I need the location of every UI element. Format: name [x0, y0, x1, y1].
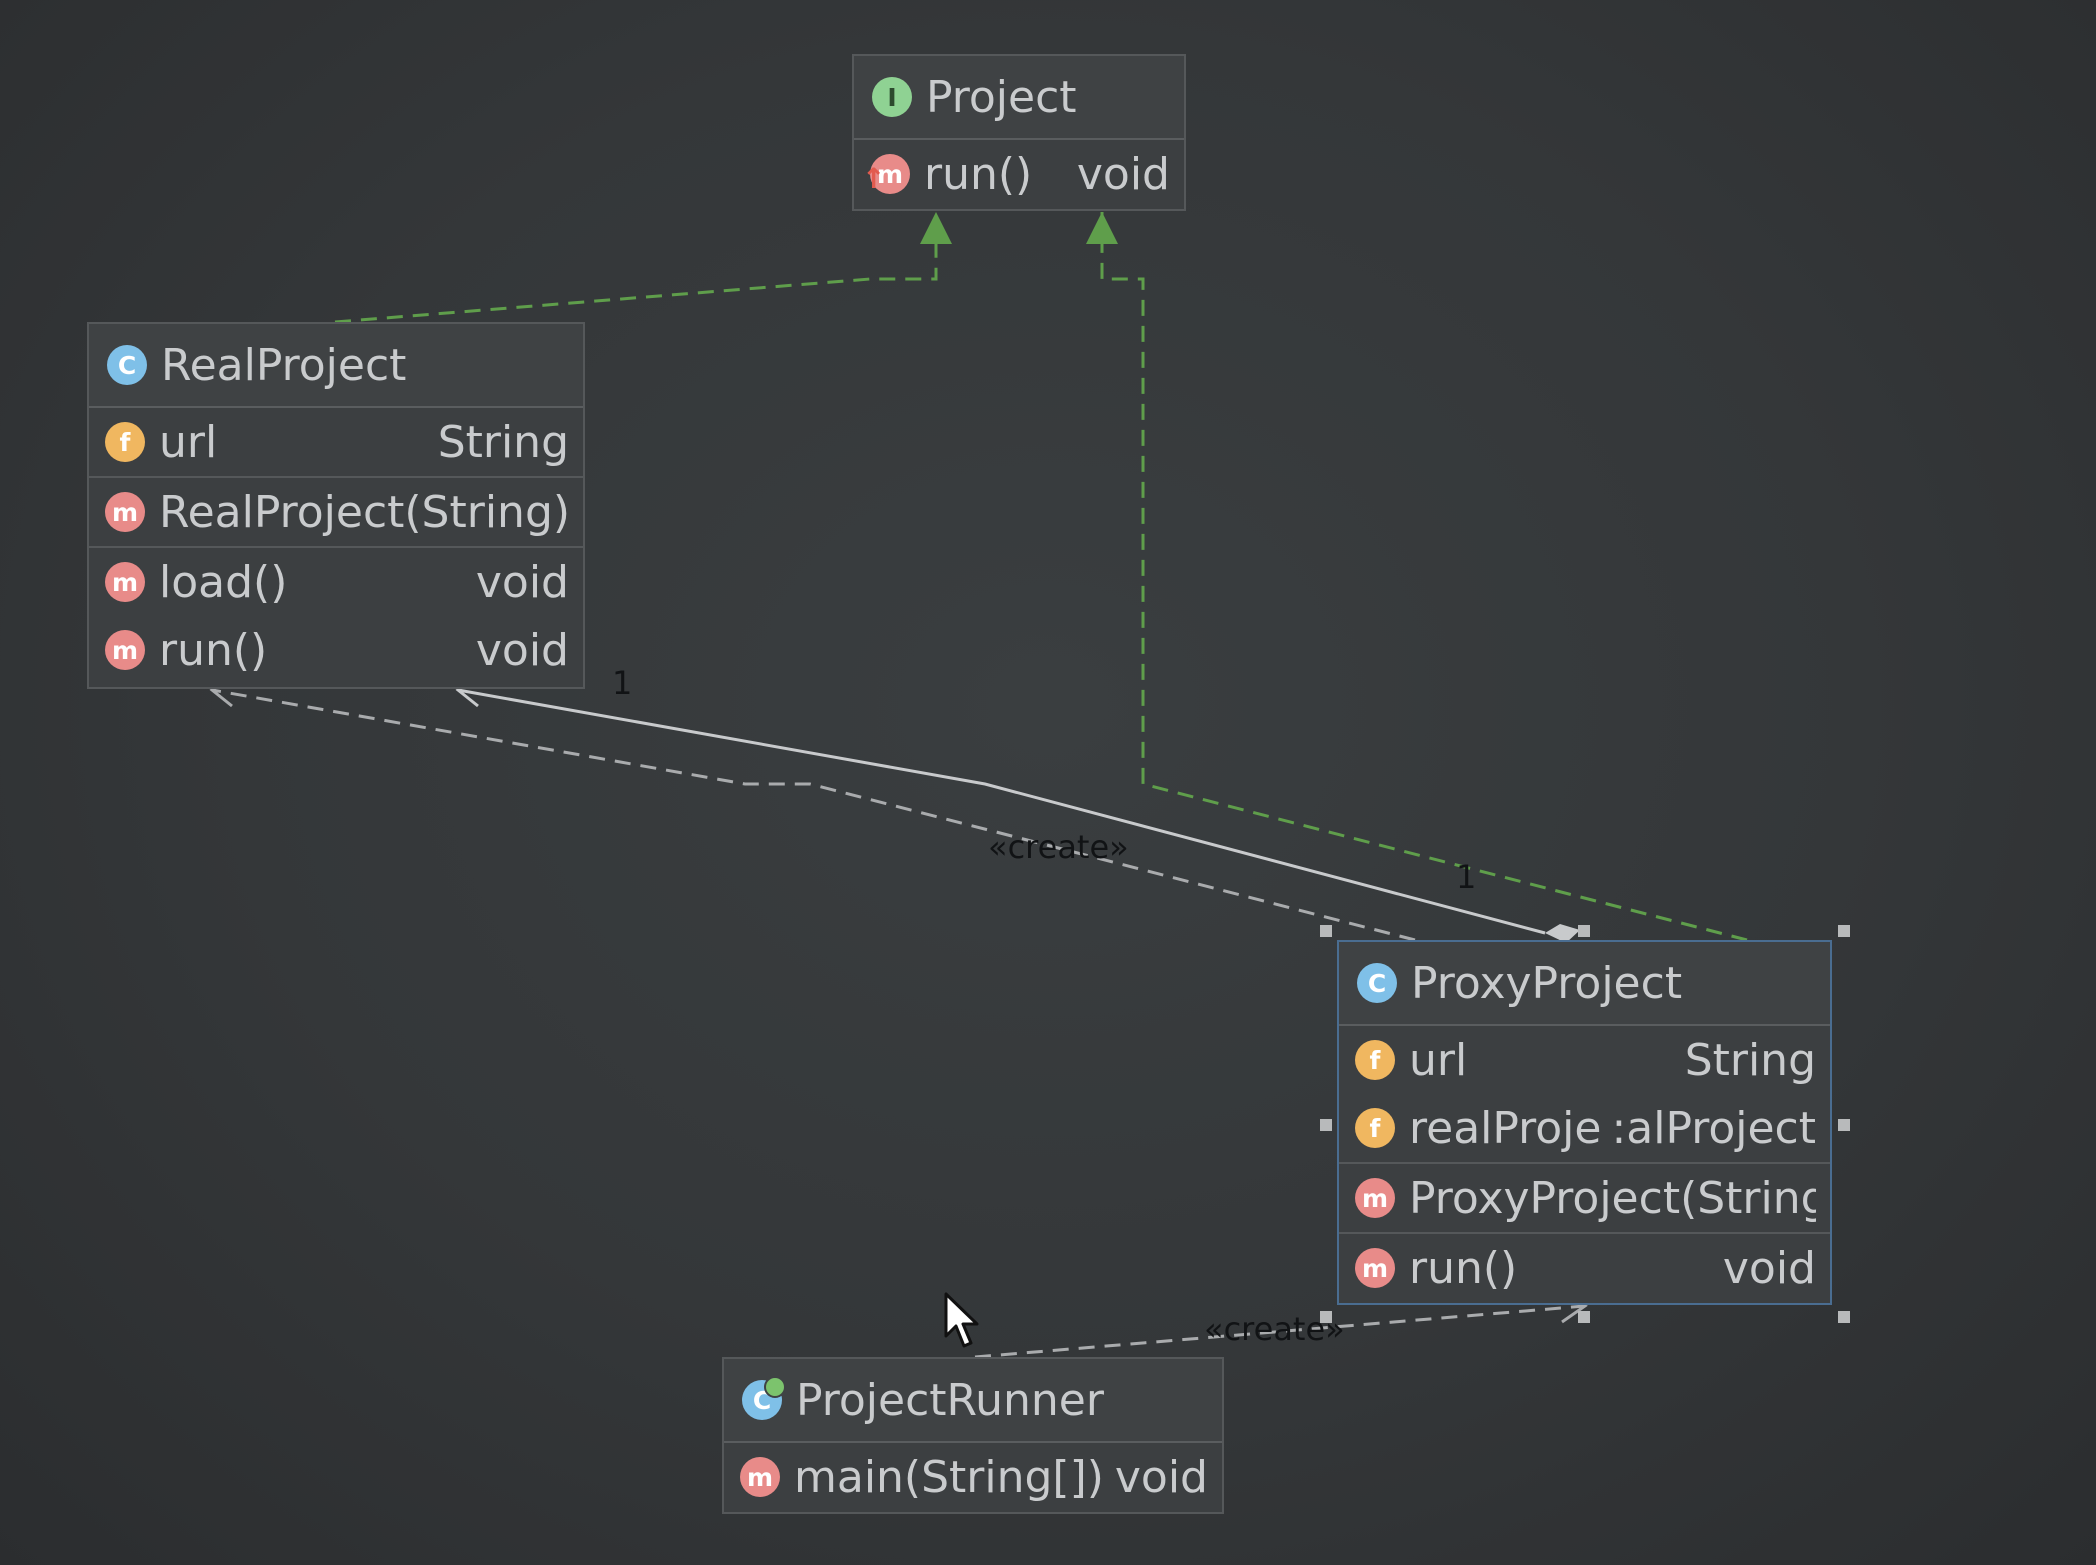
field-row[interactable]: f url String	[89, 408, 583, 476]
mouse-cursor-icon	[944, 1292, 979, 1348]
edge-proxyproject-realizes-project[interactable]	[1100, 212, 1748, 942]
run-badge-icon	[764, 1376, 786, 1398]
method-name: run()	[1409, 1242, 1518, 1294]
class-proxyproject[interactable]: C ProxyProject f url String f realProjec…	[1337, 940, 1832, 1305]
multiplicity-label-proxyproject: 1	[1456, 858, 1477, 896]
resize-handle-top-right[interactable]	[1838, 925, 1850, 937]
multiplicity-label-realproject: 1	[612, 664, 633, 702]
field-row[interactable]: f url String	[1339, 1026, 1830, 1094]
method-name: main(String[])	[794, 1451, 1104, 1503]
node-header[interactable]: C RealProject	[89, 324, 583, 408]
class-icon: C	[1357, 963, 1397, 1003]
realization-arrowhead-left	[920, 212, 952, 244]
create-label-proxyproject: «create»	[1204, 1310, 1345, 1348]
node-header[interactable]: C ProxyProject	[1339, 942, 1830, 1026]
method-row[interactable]: m main(String[]) void	[724, 1443, 1222, 1511]
edge-proxyproject-association-realproject[interactable]	[457, 688, 1546, 935]
method-return-type: void	[1114, 1451, 1208, 1503]
constructors-section: m ProxyProject(String)	[1339, 1164, 1830, 1234]
resize-handle-bottom-right[interactable]	[1838, 1311, 1850, 1323]
fields-section: f url String f realProject :alProject	[1339, 1026, 1830, 1164]
constructor-name: RealProject(String)	[159, 486, 569, 538]
resize-handle-middle-right[interactable]	[1838, 1119, 1850, 1131]
method-icon: m	[740, 1457, 780, 1497]
method-return-type: void	[475, 556, 569, 608]
method-return-type: void	[1076, 148, 1170, 200]
class-icon: C	[107, 345, 147, 385]
method-row[interactable]: m load() void	[89, 548, 583, 616]
fields-section: f url String	[89, 408, 583, 478]
methods-section: ↑ m run() void	[854, 140, 1184, 208]
method-icon: ↑ m	[862, 154, 910, 195]
method-icon: m	[1355, 1248, 1395, 1288]
method-icon: m	[105, 492, 145, 532]
runnable-class-icon: C	[742, 1376, 786, 1420]
resize-handle-top-left[interactable]	[1320, 925, 1332, 937]
method-row[interactable]: m run() void	[1339, 1234, 1830, 1302]
method-icon: m	[105, 562, 145, 602]
method-icon: m	[1355, 1178, 1395, 1218]
field-name: realProject	[1409, 1102, 1602, 1154]
field-icon: f	[1355, 1108, 1395, 1148]
edge-proxyproject-creates-realproject[interactable]	[211, 688, 1416, 942]
interface-project[interactable]: I Project ↑ m run() void	[852, 54, 1186, 211]
node-title: Project	[926, 71, 1077, 123]
realization-arrowhead-right	[1086, 212, 1118, 244]
override-icon: ↑	[862, 162, 886, 195]
field-type: String	[1684, 1034, 1816, 1086]
node-title: ProxyProject	[1411, 957, 1683, 1009]
methods-section: m run() void	[1339, 1234, 1830, 1302]
method-name: run()	[159, 624, 268, 676]
field-type: String	[437, 416, 569, 468]
node-title: ProjectRunner	[796, 1374, 1104, 1426]
node-header[interactable]: C ProjectRunner	[724, 1359, 1222, 1443]
method-row[interactable]: m run() void	[89, 616, 583, 684]
node-title: RealProject	[161, 339, 407, 391]
create-label-realproject: «create»	[988, 828, 1129, 866]
resize-handle-top-middle[interactable]	[1578, 925, 1590, 937]
class-projectrunner[interactable]: C ProjectRunner m main(String[]) void	[722, 1357, 1224, 1514]
methods-section: m load() void m run() void	[89, 548, 583, 684]
relationship-layer	[209, 212, 1748, 1359]
constructors-section: m RealProject(String)	[89, 478, 583, 548]
edge-realproject-realizes-project[interactable]	[334, 212, 938, 324]
field-row[interactable]: f realProject :alProject	[1339, 1094, 1830, 1162]
field-name: url	[1409, 1034, 1468, 1086]
resize-handle-bottom-middle[interactable]	[1578, 1311, 1590, 1323]
method-return-type: void	[475, 624, 569, 676]
constructor-row[interactable]: m RealProject(String)	[89, 478, 583, 546]
methods-section: m main(String[]) void	[724, 1443, 1222, 1511]
field-type: :alProject	[1611, 1102, 1816, 1154]
constructor-name: ProxyProject(String)	[1409, 1172, 1816, 1224]
interface-icon: I	[872, 77, 912, 117]
field-name: url	[159, 416, 218, 468]
method-icon: m	[105, 630, 145, 670]
method-return-type: void	[1722, 1242, 1816, 1294]
method-name: run()	[924, 148, 1033, 200]
field-icon: f	[105, 422, 145, 462]
node-header[interactable]: I Project	[854, 56, 1184, 140]
method-name: load()	[159, 556, 288, 608]
constructor-row[interactable]: m ProxyProject(String)	[1339, 1164, 1830, 1232]
field-icon: f	[1355, 1040, 1395, 1080]
resize-handle-middle-left[interactable]	[1320, 1119, 1332, 1131]
method-row[interactable]: ↑ m run() void	[854, 140, 1184, 208]
class-realproject[interactable]: C RealProject f url String m RealProject…	[87, 322, 585, 689]
